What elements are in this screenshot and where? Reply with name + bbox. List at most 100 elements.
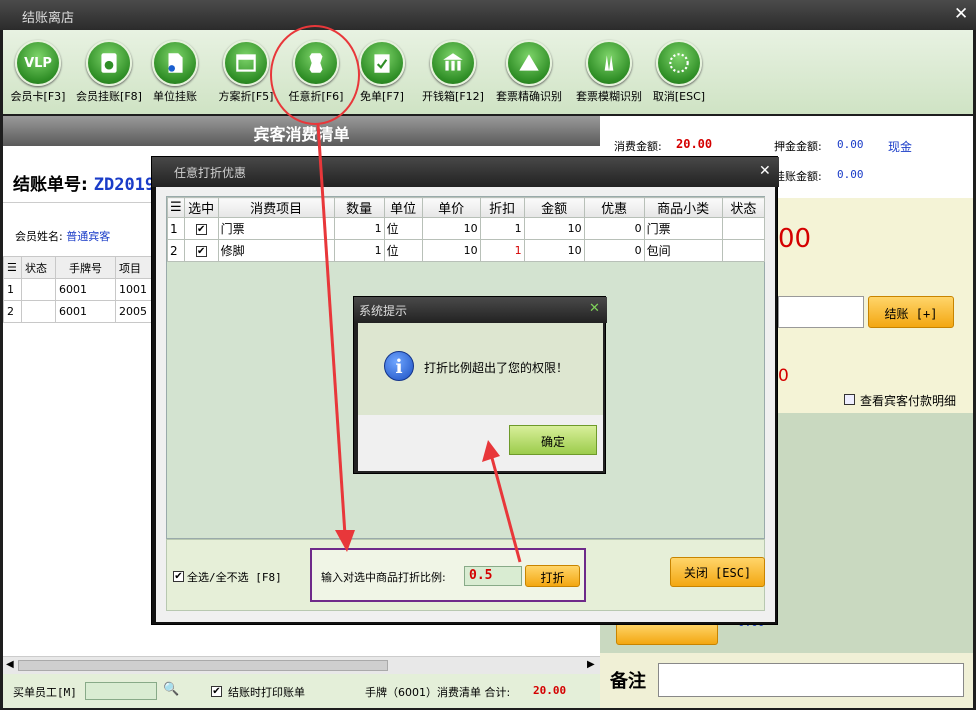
window-close-icon[interactable]: ✕ bbox=[954, 6, 968, 23]
apply-discount-button[interactable]: 打折 bbox=[525, 565, 580, 587]
scroll-right-icon[interactable]: ▶ bbox=[587, 659, 595, 670]
scroll-thumb[interactable] bbox=[18, 660, 388, 671]
company-charge-icon bbox=[152, 40, 198, 86]
summary-total: 20.00 bbox=[533, 684, 567, 697]
close-dialog-button[interactable]: 关闭 [ESC] bbox=[670, 557, 765, 587]
view-guest-payment-label: 查看宾客付款明细 bbox=[860, 394, 957, 408]
bill-number-value: ZD2019 bbox=[93, 175, 156, 195]
deposit-amount-value: 0.00 bbox=[837, 138, 864, 151]
ticket-exact-button[interactable]: 套票精确识别 bbox=[489, 30, 569, 114]
row-item: 2005 bbox=[115, 300, 155, 323]
ratio-box: 输入对选中商品打折比例: 0.5 打折 bbox=[310, 548, 586, 602]
grid-header: 状态 bbox=[721, 197, 766, 218]
ticket-fuzzy-button[interactable]: 套票模糊识别 bbox=[569, 30, 649, 114]
select-all-label: 全选/全不选 [F8] bbox=[187, 571, 282, 584]
table-row[interactable]: 1 6001 1001 bbox=[3, 278, 155, 301]
select-all-checkbox[interactable]: ✔ bbox=[173, 571, 184, 582]
grid-header: 选中 bbox=[183, 197, 219, 218]
remark-area: 备注 bbox=[600, 653, 973, 708]
toolbar-label: 会员卡[F3] bbox=[10, 90, 66, 103]
row-index: 2 bbox=[167, 239, 185, 262]
row-discount[interactable]: 1 bbox=[479, 239, 525, 262]
row-select-cell[interactable]: ✔ bbox=[183, 217, 219, 240]
row-hand-tag: 6001 bbox=[55, 278, 116, 301]
vip-card-icon: VLP bbox=[15, 40, 61, 86]
vip-text: VLP bbox=[24, 55, 52, 71]
row-price: 10 bbox=[421, 239, 481, 262]
grid-header: 折扣 bbox=[479, 197, 525, 218]
custom-discount-button[interactable]: 任意折[F6] bbox=[281, 30, 351, 114]
row-category: 包间 bbox=[643, 239, 723, 262]
remark-input[interactable] bbox=[658, 663, 964, 697]
row-select-checkbox[interactable]: ✔ bbox=[195, 245, 207, 257]
search-icon[interactable]: 🔍 bbox=[163, 682, 179, 697]
cash-drawer-button[interactable]: 开钱箱[F12] bbox=[419, 30, 487, 114]
row-index: 2 bbox=[3, 300, 22, 323]
row-item: 门票 bbox=[217, 217, 335, 240]
toolbar-label: 套票模糊识别 bbox=[576, 90, 642, 103]
member-charge-button[interactable]: 会员挂账[F8] bbox=[73, 30, 145, 114]
toolbar-label: 开钱箱[F12] bbox=[422, 90, 484, 103]
discount-dialog-close-icon[interactable]: ✕ bbox=[759, 164, 771, 178]
ratio-input[interactable]: 0.5 bbox=[464, 566, 522, 586]
row-item: 1001 bbox=[115, 278, 155, 301]
table-row[interactable]: 2 6001 2005 bbox=[3, 300, 155, 323]
cancel-button[interactable]: 取消[ESC] bbox=[649, 30, 709, 114]
consumption-list: ☰ 状态 手牌号 项目 1 6001 1001 2 6001 2005 bbox=[3, 256, 155, 323]
orange-action-button[interactable] bbox=[616, 623, 718, 645]
bill-number-row: 结账单号: ZD2019 bbox=[13, 170, 155, 195]
vip-card-button[interactable]: VLP 会员卡[F3] bbox=[3, 30, 73, 114]
list-header: 状态 bbox=[21, 256, 56, 279]
row-status bbox=[21, 300, 56, 323]
checkout-button[interactable]: 结账 [+] bbox=[868, 296, 954, 328]
toolbar-label: 方案折[F5] bbox=[218, 90, 274, 103]
scheme-discount-button[interactable]: 方案折[F5] bbox=[213, 30, 279, 114]
row-discount[interactable]: 1 bbox=[479, 217, 525, 240]
staff-input[interactable] bbox=[85, 682, 157, 700]
consume-amount-label: 消费金额: bbox=[614, 140, 662, 153]
free-order-icon bbox=[359, 40, 405, 86]
list-menu-icon[interactable]: ☰ bbox=[3, 256, 22, 279]
row-offer: 0 bbox=[583, 239, 645, 262]
change-amount-partial: 0 bbox=[778, 366, 789, 386]
alert-close-icon[interactable]: ✕ bbox=[589, 301, 600, 316]
payment-input[interactable] bbox=[778, 296, 864, 328]
free-order-button[interactable]: 免单[F7] bbox=[353, 30, 411, 114]
cash-link[interactable]: 现金 bbox=[888, 138, 912, 155]
row-qty: 1 bbox=[333, 239, 385, 262]
toolbar-label: 取消[ESC] bbox=[652, 90, 706, 103]
discount-dialog-footer: ✔ 全选/全不选 [F8] 输入对选中商品打折比例: 0.5 打折 关闭 [ES… bbox=[166, 539, 765, 611]
alert-title-text: 系统提示 bbox=[359, 304, 408, 318]
company-charge-button[interactable]: 单位挂账 bbox=[145, 30, 205, 114]
row-index: 1 bbox=[167, 217, 185, 240]
toolbar-label: 任意折[F6] bbox=[288, 90, 344, 103]
window-title: 结账离店 bbox=[22, 11, 75, 26]
bill-number-label: 结账单号: bbox=[13, 175, 88, 195]
alert-dialog-title: 系统提示 ✕ bbox=[354, 297, 607, 323]
discount-items-table: ☰ 选中 消费项目 数量 单位 单价 折扣 金额 优惠 商品小类 状态 1 ✔ … bbox=[167, 197, 766, 262]
toolbar-label: 单位挂账 bbox=[153, 90, 197, 103]
info-icon: i bbox=[384, 351, 414, 381]
grid-header: 优惠 bbox=[583, 197, 645, 218]
print-bill-checkbox[interactable]: ✔ bbox=[211, 686, 222, 697]
ratio-label: 输入对选中商品打折比例: bbox=[321, 571, 446, 584]
toolbar-label: 免单[F7] bbox=[360, 90, 404, 103]
horizontal-scrollbar[interactable]: ◀ ▶ bbox=[3, 656, 600, 674]
member-charge-icon bbox=[86, 40, 132, 86]
row-amount: 10 bbox=[523, 239, 585, 262]
row-select-checkbox[interactable]: ✔ bbox=[195, 223, 207, 235]
grid-menu-icon[interactable]: ☰ bbox=[167, 197, 185, 218]
row-offer: 0 bbox=[583, 217, 645, 240]
view-guest-payment-checkbox[interactable] bbox=[844, 394, 855, 405]
row-status bbox=[721, 239, 766, 262]
scroll-left-icon[interactable]: ◀ bbox=[6, 659, 14, 670]
row-item: 修脚 bbox=[217, 239, 335, 262]
row-select-cell[interactable]: ✔ bbox=[183, 239, 219, 262]
row-hand-tag: 6001 bbox=[55, 300, 116, 323]
title-bar: 结账离店 ✕ bbox=[0, 0, 976, 30]
scheme-discount-icon bbox=[223, 40, 269, 86]
table-row[interactable]: 2 ✔ 修脚 1 位 10 1 10 0 包间 bbox=[167, 239, 766, 262]
table-row[interactable]: 1 ✔ 门票 1 位 10 1 10 0 门票 bbox=[167, 217, 766, 240]
alert-ok-button[interactable]: 确定 bbox=[509, 425, 597, 455]
row-qty: 1 bbox=[333, 217, 385, 240]
